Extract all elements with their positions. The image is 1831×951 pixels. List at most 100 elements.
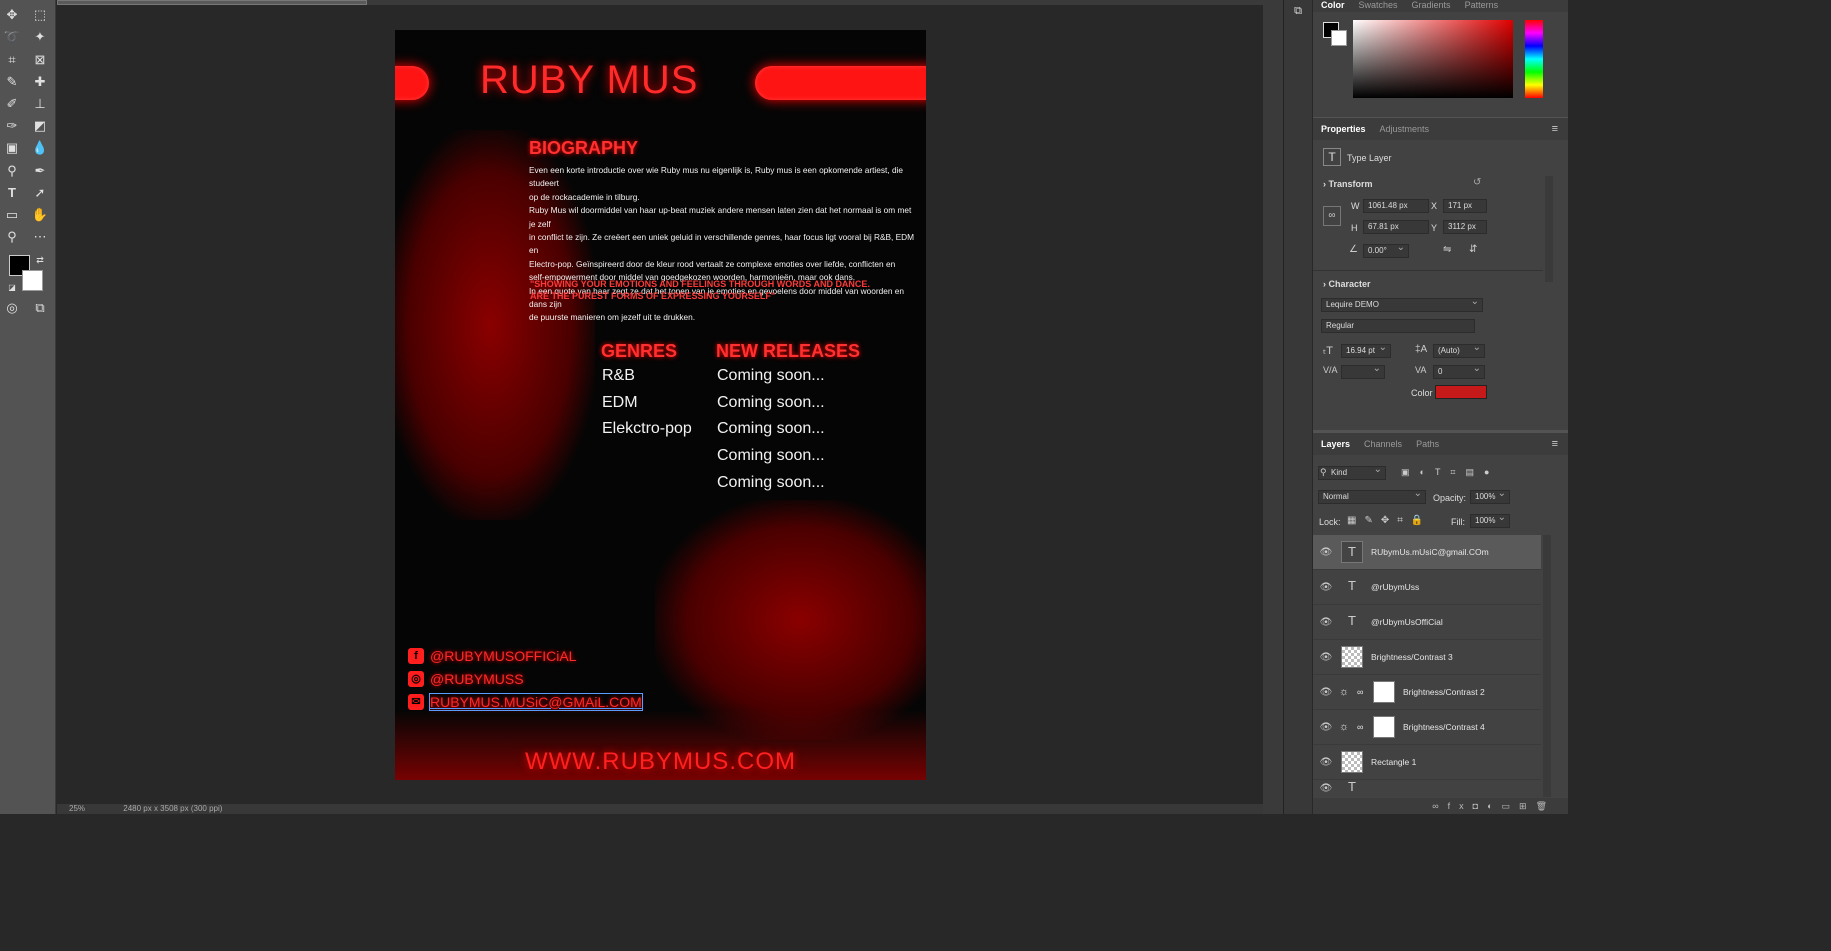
lock-icons[interactable]: ▦✎✥⌗🔒 [1347,515,1431,526]
zoom-level[interactable]: 25% [69,804,85,813]
layer-row[interactable]: 👁 T RUbymUs.mUsiC@gmail.COm [1313,535,1541,570]
layers-scrollbar[interactable] [1543,535,1551,797]
angle-icon: ∠ [1349,244,1358,255]
flip-horizontal-icon[interactable]: ⇋ [1443,244,1451,255]
y-field[interactable]: 3112 px [1443,220,1487,234]
character-heading[interactable]: › Character [1323,279,1371,289]
crop-tool-icon[interactable]: ⌗ [2,51,22,69]
fill-field[interactable]: 100% [1470,512,1510,528]
dodge-tool-icon[interactable]: ⚲ [2,162,22,180]
link-icon[interactable]: ∞ [1323,206,1341,226]
filter-icons[interactable]: ▣◐T⌗▤● [1401,467,1499,478]
x-field[interactable]: 171 px [1443,199,1487,213]
tab-paths[interactable]: Paths [1416,439,1439,449]
stamp-tool-icon[interactable]: ⊥ [30,95,50,113]
layer-row[interactable]: 👁 T @rUbymUsOffiCial [1313,605,1541,640]
eyedropper-tool-icon[interactable]: ✎ [2,73,22,91]
frame-tool-icon[interactable]: ⊠ [30,51,50,69]
path-select-tool-icon[interactable]: ➚ [30,184,50,202]
font-family-select[interactable]: Lequire DEMO [1321,296,1483,312]
tab-channels[interactable]: Channels [1364,439,1402,449]
screen-mode-icon[interactable]: ⧉ [30,299,50,317]
layer-actions-bar[interactable]: ∞fx◘◐▭⊞🗑 [1313,798,1568,814]
layer-row[interactable]: 👁 T [1313,780,1541,796]
tab-adjustments[interactable]: Adjustments [1380,124,1430,134]
color-field[interactable] [1353,20,1513,98]
tab-gradients[interactable]: Gradients [1412,0,1451,10]
blur-tool-icon[interactable]: 💧 [30,139,50,157]
layer-row[interactable]: 👁 ☼ ∞ Brightness/Contrast 2 [1313,675,1541,710]
panel-menu-icon[interactable]: ≡ [1552,123,1558,135]
y-label: Y [1431,223,1438,233]
angle-field[interactable]: 0.00° [1363,242,1409,258]
hue-slider[interactable] [1525,20,1543,98]
history-brush-tool-icon[interactable]: ✑ [2,117,22,135]
quote-text: "SHOWING YOUR EMOTIONS AND FEELINGS THRO… [530,279,870,301]
releases-list: Coming soon... Coming soon... Coming soo… [717,363,825,497]
swap-colors-icon[interactable]: ⇄ [30,251,50,269]
font-style-select[interactable]: Regular [1321,319,1475,333]
default-colors-icon[interactable]: ◪ [2,279,22,297]
layer-filter-select[interactable]: Kind [1318,464,1386,480]
list-item: EDM [602,393,638,411]
visibility-eye-icon[interactable]: 👁 [1313,582,1339,593]
bg-color-chip[interactable] [1331,30,1347,46]
properties-scrollbar[interactable] [1545,176,1553,282]
pen-tool-icon[interactable]: ✒ [30,162,50,180]
blend-mode-select[interactable]: Normal [1318,488,1426,504]
leading-field[interactable]: (Auto) [1433,342,1485,358]
flip-vertical-icon[interactable]: ⇵ [1469,244,1477,255]
layer-row[interactable]: 👁 T @rUbymUss [1313,570,1541,605]
layers-menu-icon[interactable]: ≡ [1552,438,1558,450]
tab-properties[interactable]: Properties [1321,124,1366,134]
layer-row[interactable]: 👁 ☼ ∞ Brightness/Contrast 4 [1313,710,1541,745]
reset-transform-icon[interactable]: ↺ [1473,177,1481,188]
horizontal-scrollbar[interactable] [57,0,1263,5]
document-canvas[interactable]: RUBY MUS BIOGRAPHY Even een korte introd… [395,30,926,780]
eraser-tool-icon[interactable]: ◩ [30,117,50,135]
background-color-swatch[interactable] [22,270,43,291]
layer-row[interactable]: 👁 Brightness/Contrast 3 [1313,640,1541,675]
text-color-swatch[interactable] [1435,385,1487,399]
vertical-scrollbar[interactable] [1263,0,1283,814]
visibility-eye-icon[interactable]: 👁 [1313,783,1339,794]
visibility-eye-icon[interactable]: 👁 [1313,652,1339,663]
tab-swatches[interactable]: Swatches [1359,0,1398,10]
height-field[interactable]: 67.81 px [1363,220,1429,234]
rectangle-tool-icon[interactable]: ▭ [2,206,22,224]
move-tool-icon[interactable]: ✥ [2,6,22,24]
healing-tool-icon[interactable]: ✚ [30,73,50,91]
font-size-field[interactable]: 16.94 pt [1341,342,1391,358]
opacity-label: Opacity: [1433,493,1467,503]
gradient-tool-icon[interactable]: ▣ [2,139,22,157]
visibility-eye-icon[interactable]: 👁 [1313,757,1339,768]
layer-row[interactable]: 👁 Rectangle 1 [1313,745,1541,780]
tracking-field[interactable]: 0 [1433,363,1485,379]
width-field[interactable]: 1061.48 px [1363,199,1429,213]
mask-link-icon: ∞ [1357,687,1364,697]
biography-heading: BIOGRAPHY [529,138,639,158]
kerning-field[interactable] [1341,363,1385,379]
visibility-eye-icon[interactable]: 👁 [1313,617,1339,628]
transform-heading[interactable]: › Transform [1323,179,1373,189]
marquee-tool-icon[interactable]: ⬚ [30,6,50,24]
magic-wand-tool-icon[interactable]: ✦ [30,28,50,46]
doc-info[interactable]: 2480 px x 3508 px (300 ppi) [123,804,222,813]
brush-tool-icon[interactable]: ✐ [2,95,22,113]
visibility-eye-icon[interactable]: 👁 [1313,722,1339,733]
more-tools-icon[interactable]: ⋯ [30,228,50,246]
lasso-tool-icon[interactable]: ➰ [2,28,22,46]
opacity-field[interactable]: 100% [1470,488,1510,504]
tab-color[interactable]: Color [1321,0,1345,10]
tab-patterns[interactable]: Patterns [1465,0,1499,10]
visibility-eye-icon[interactable]: 👁 [1313,547,1339,558]
zoom-tool-icon[interactable]: ⚲ [2,228,22,246]
hand-tool-icon[interactable]: ✋ [30,206,50,224]
quick-mask-icon[interactable]: ◎ [2,299,22,317]
layer-name: Brightness/Contrast 4 [1403,722,1485,732]
email-text-layer[interactable]: ✉ RUBYMUS.MUSiC@GMAiL.COM [408,693,643,711]
history-panel-icon[interactable]: ⧉ [1288,2,1308,20]
type-tool-icon[interactable]: T [2,184,22,202]
tab-layers[interactable]: Layers [1321,439,1350,449]
visibility-eye-icon[interactable]: 👁 [1313,687,1339,698]
